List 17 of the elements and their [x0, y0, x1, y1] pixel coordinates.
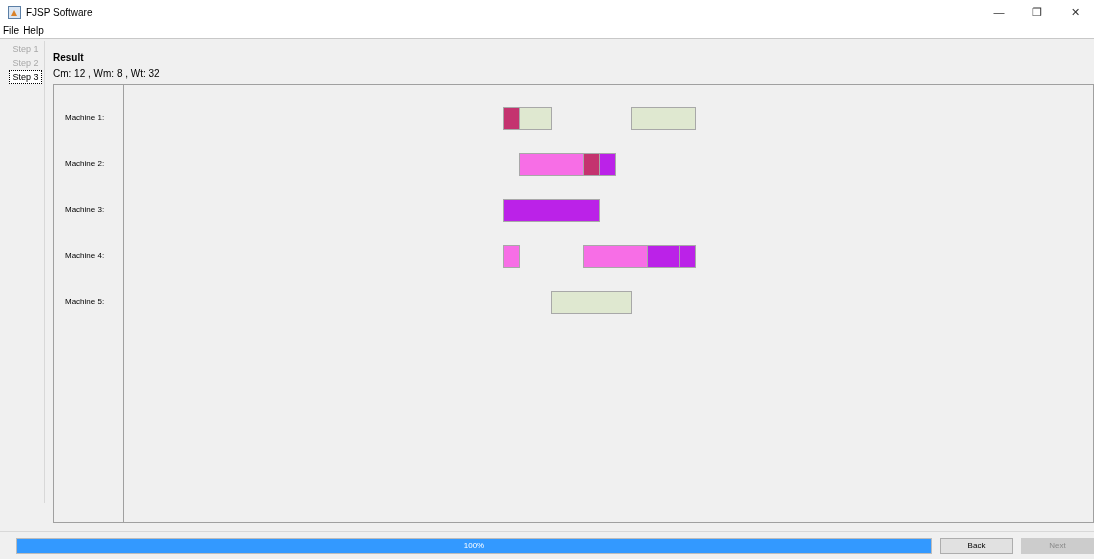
machine-label: Machine 5: [65, 296, 105, 308]
menu-item[interactable]: File [3, 26, 20, 36]
machine-label: Machine 3: [65, 204, 105, 216]
restore-button[interactable]: ❐ [1018, 0, 1056, 24]
minimize-button[interactable]: — [980, 0, 1018, 24]
machine-label: Machine 4: [65, 250, 105, 262]
window-title: FJSP Software [26, 5, 93, 20]
step-tab[interactable]: Step 3 [9, 70, 42, 84]
progress-text: 100% [462, 539, 486, 552]
result-title: Result [53, 52, 84, 64]
close-button[interactable]: ✕ [1056, 0, 1094, 24]
back-button[interactable]: Back [940, 537, 1013, 554]
machine-label: Machine 1: [65, 112, 105, 124]
menu-item[interactable]: Help [23, 26, 44, 36]
machine-label: Machine 2: [65, 158, 105, 170]
app-icon [8, 5, 21, 19]
result-summary: Cm: 12 , Wm: 8 , Wt: 32 [53, 68, 160, 80]
